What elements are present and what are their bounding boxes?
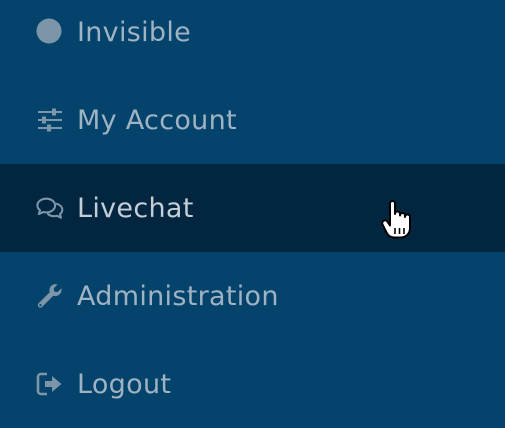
menu-item-logout[interactable]: Logout: [0, 340, 505, 428]
sliders-icon: [36, 106, 64, 134]
wrench-icon: [36, 282, 64, 310]
menu-item-invisible[interactable]: Invisible: [0, 0, 505, 76]
hand-pointer-cursor-icon: [378, 200, 414, 240]
menu-item-my-account[interactable]: My Account: [0, 76, 505, 164]
menu-item-administration[interactable]: Administration: [0, 252, 505, 340]
account-menu: Invisible My Account Livechat Administra…: [0, 0, 505, 428]
menu-item-livechat[interactable]: Livechat: [0, 164, 505, 252]
menu-item-label: Logout: [77, 368, 172, 400]
menu-item-label: My Account: [77, 104, 237, 136]
chat-bubbles-icon: [36, 194, 64, 222]
status-circle-icon: [36, 18, 64, 46]
menu-item-label: Administration: [77, 280, 279, 312]
menu-item-label: Invisible: [77, 16, 192, 48]
sign-out-icon: [36, 370, 64, 398]
menu-item-label: Livechat: [77, 192, 194, 224]
